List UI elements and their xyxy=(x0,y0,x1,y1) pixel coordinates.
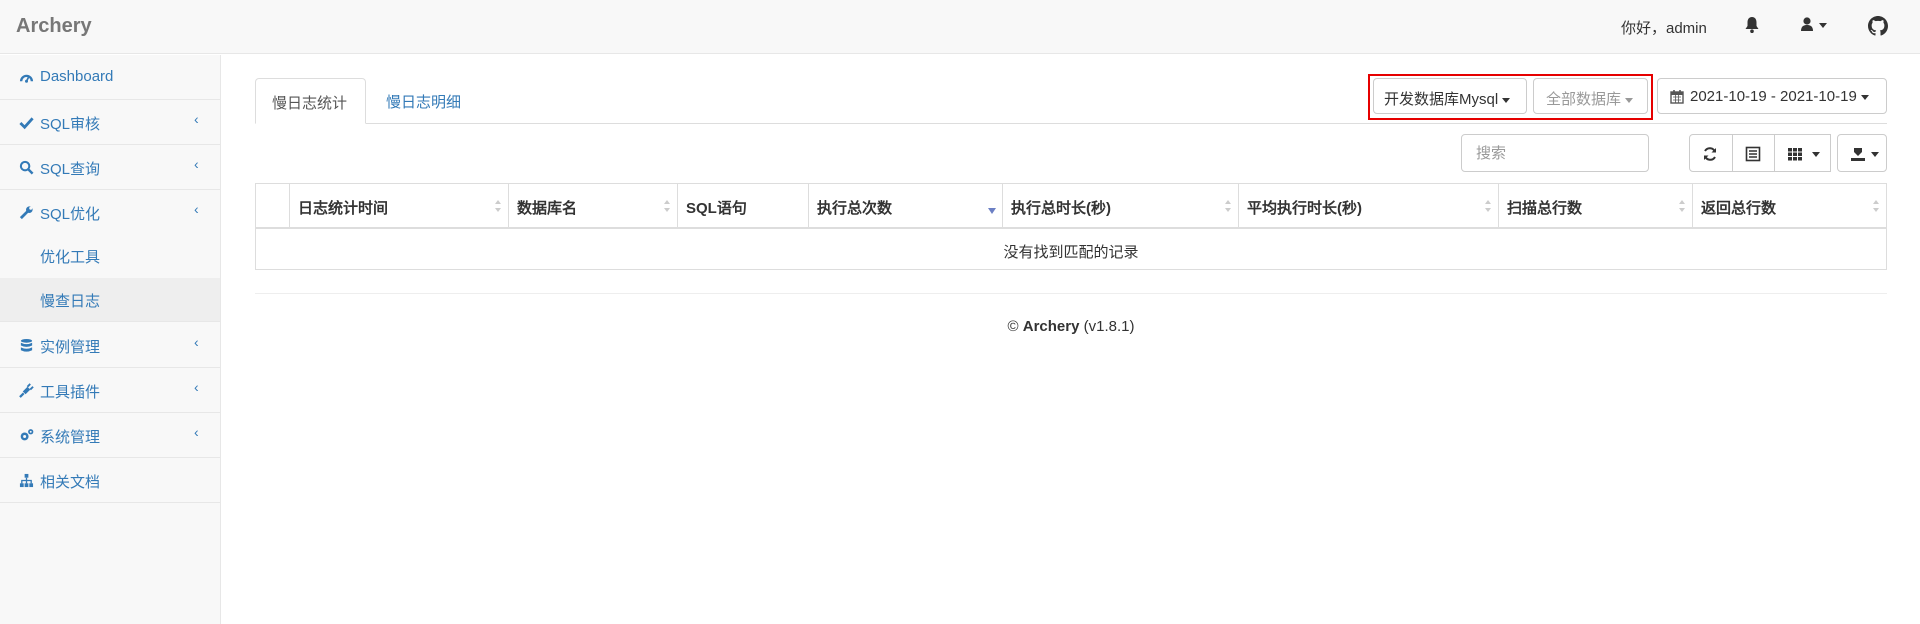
brand-logo[interactable]: Archery xyxy=(16,15,92,38)
sidebar-item-label: 慢查日志 xyxy=(40,293,101,310)
caret-down-icon xyxy=(1502,97,1511,103)
slow-log-table: 日志统计时间 数据库名 SQL语句 执行总次数 执行总时长(秒) 平均执行时长(… xyxy=(255,183,1887,270)
sidebar: Dashboard SQL审核 ‹ SQL查询 ‹ SQL优化 ‹ 优化工具 慢… xyxy=(0,55,221,624)
database-select-value: 全部数据库 xyxy=(1546,91,1622,108)
user-menu-icon[interactable] xyxy=(1800,16,1832,38)
footer-divider xyxy=(255,293,1887,294)
sidebar-item-docs[interactable]: 相关文档 xyxy=(0,458,220,503)
sidebar-item-label: SQL查询 xyxy=(40,161,101,178)
calendar-icon xyxy=(1670,89,1684,108)
sidebar-item-sql-review[interactable]: SQL审核 ‹ xyxy=(0,100,220,145)
sidebar-item-label: Dashboard xyxy=(40,68,114,85)
table-header[interactable]: 执行总时长(秒) xyxy=(1003,184,1239,229)
sidebar-item-sql-optimize[interactable]: SQL优化 ‹ xyxy=(0,190,220,235)
sidebar-item-label: 工具插件 xyxy=(40,384,101,401)
sitemap-icon xyxy=(19,473,34,488)
github-icon[interactable] xyxy=(1868,16,1888,40)
tab-label: 慢日志统计 xyxy=(272,95,348,112)
tab-label: 慢日志明细 xyxy=(386,94,462,111)
sidebar-item-label: 相关文档 xyxy=(40,474,101,491)
footer: © Archery (v1.8.1) xyxy=(255,318,1887,335)
check-icon xyxy=(19,115,34,130)
export-icon xyxy=(1850,146,1866,166)
table-header: SQL语句 xyxy=(678,184,809,229)
database-select[interactable]: 全部数据库 xyxy=(1533,78,1648,114)
instance-select[interactable]: 开发数据库Mysql xyxy=(1373,78,1527,114)
table-header[interactable]: 日志统计时间 xyxy=(290,184,509,229)
footer-version: (v1.8.1) xyxy=(1083,318,1135,335)
chevron-left-icon: ‹ xyxy=(194,111,199,127)
tab-slow-log-stats[interactable]: 慢日志统计 xyxy=(255,78,366,124)
table-header[interactable]: 扫描总行数 xyxy=(1499,184,1693,229)
sort-both-icon xyxy=(1679,200,1685,212)
table-header[interactable]: 平均执行时长(秒) xyxy=(1239,184,1499,229)
bell-icon[interactable] xyxy=(1744,16,1760,38)
sidebar-item-label: SQL审核 xyxy=(40,116,101,133)
export-button[interactable] xyxy=(1837,134,1887,172)
toggle-view-button[interactable] xyxy=(1732,134,1775,172)
sort-both-icon xyxy=(1225,200,1231,212)
sidebar-item-tool-plugins[interactable]: 工具插件 ‹ xyxy=(0,368,220,413)
table-header-checkbox xyxy=(256,184,290,229)
chevron-left-icon: ‹ xyxy=(194,156,199,172)
plug-icon xyxy=(19,383,34,398)
caret-down-icon xyxy=(1625,97,1634,103)
refresh-icon xyxy=(1702,146,1718,166)
tab-divider xyxy=(255,123,1887,124)
dashboard-icon xyxy=(19,70,34,85)
chevron-left-icon: ‹ xyxy=(194,334,199,350)
caret-down-icon xyxy=(1871,152,1879,157)
date-range-value: 2021-10-19 - 2021-10-19 xyxy=(1690,88,1857,105)
caret-down-icon xyxy=(1812,152,1820,157)
sidebar-subitem-optimize-tools[interactable]: 优化工具 xyxy=(0,234,220,278)
refresh-button[interactable] xyxy=(1689,134,1733,172)
sidebar-item-label: SQL优化 xyxy=(40,206,101,223)
tab-slow-log-detail[interactable]: 慢日志明细 xyxy=(370,78,480,124)
sidebar-item-label: 优化工具 xyxy=(40,249,101,266)
sort-both-icon xyxy=(1873,200,1879,212)
footer-brand-link[interactable]: Archery xyxy=(1023,318,1080,335)
grid-icon xyxy=(1787,146,1803,166)
sidebar-item-label: 系统管理 xyxy=(40,429,101,446)
search-icon xyxy=(19,160,34,175)
sidebar-item-dashboard[interactable]: Dashboard xyxy=(0,55,220,100)
sidebar-item-sql-query[interactable]: SQL查询 ‹ xyxy=(0,145,220,190)
chevron-left-icon: ‹ xyxy=(194,201,199,217)
table-header[interactable]: 数据库名 xyxy=(509,184,678,229)
sort-desc-icon xyxy=(988,208,996,214)
sort-both-icon xyxy=(495,200,501,212)
table-header[interactable]: 执行总次数 xyxy=(809,184,1003,229)
copyright-symbol: © xyxy=(1007,318,1019,335)
wrench-icon xyxy=(19,205,34,220)
cogs-icon xyxy=(19,428,34,443)
top-navbar: Archery 你好，admin xyxy=(0,0,1920,54)
database-icon xyxy=(19,338,34,353)
sidebar-item-instance-manage[interactable]: 实例管理 ‹ xyxy=(0,323,220,368)
sidebar-item-system-manage[interactable]: 系统管理 ‹ xyxy=(0,413,220,458)
user-greeting: 你好，admin xyxy=(1621,20,1707,37)
columns-button[interactable] xyxy=(1774,134,1831,172)
sort-both-icon xyxy=(1485,200,1491,212)
search-input[interactable] xyxy=(1461,134,1649,172)
list-view-icon xyxy=(1745,146,1761,166)
caret-down-icon xyxy=(1860,94,1869,100)
chevron-left-icon: ‹ xyxy=(194,424,199,440)
sidebar-subitem-slow-log[interactable]: 慢查日志 xyxy=(0,278,220,322)
instance-select-value: 开发数据库Mysql xyxy=(1384,91,1499,108)
sidebar-item-label: 实例管理 xyxy=(40,339,101,356)
sort-both-icon xyxy=(664,200,670,212)
table-empty-message: 没有找到匹配的记录 xyxy=(1003,244,1139,261)
chevron-left-icon: ‹ xyxy=(194,379,199,395)
table-header[interactable]: 返回总行数 xyxy=(1693,184,1886,229)
date-range-picker[interactable]: 2021-10-19 - 2021-10-19 xyxy=(1657,78,1887,114)
